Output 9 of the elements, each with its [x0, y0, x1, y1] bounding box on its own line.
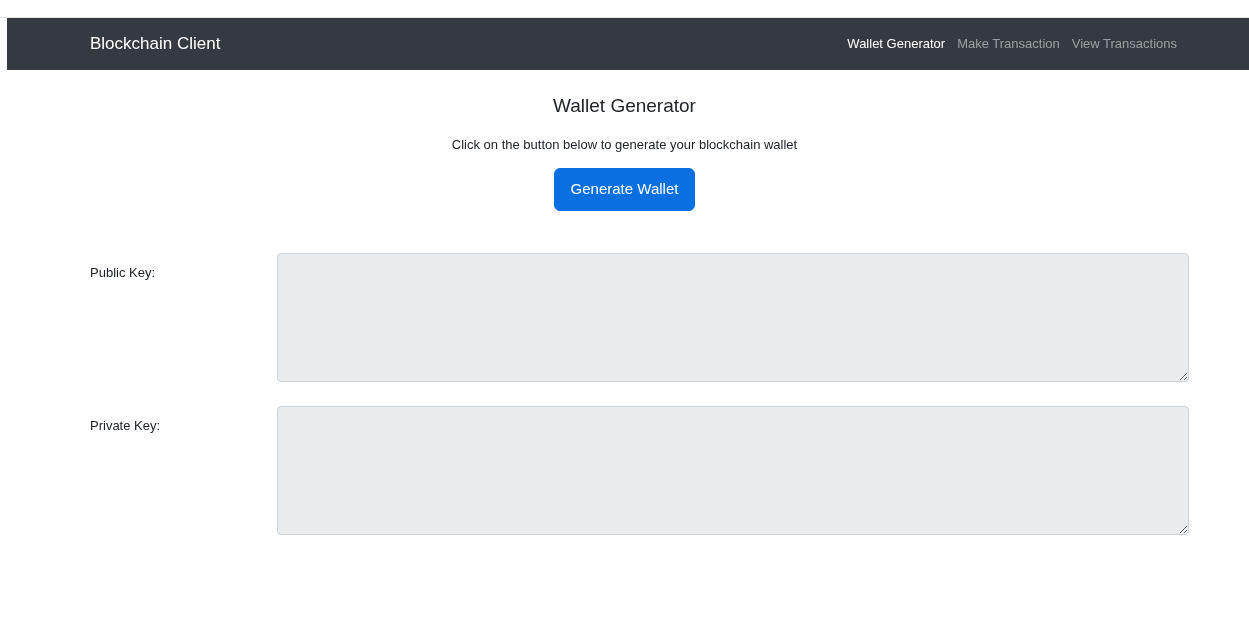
brand-name[interactable]: Blockchain Client: [90, 31, 221, 57]
generate-wallet-button[interactable]: Generate Wallet: [553, 168, 696, 211]
page-heading: Wallet Generator: [553, 94, 696, 118]
nav-link[interactable]: View Transactions: [1065, 34, 1183, 54]
field-label: Private Key:: [90, 416, 162, 435]
nav-link[interactable]: Make Transaction: [951, 34, 1066, 54]
instruction-text: Click on the button below to generate your blockchain wallet: [451, 135, 798, 154]
nav-link[interactable]: Wallet Generator: [841, 34, 952, 54]
field-label: Public Key:: [90, 263, 157, 282]
